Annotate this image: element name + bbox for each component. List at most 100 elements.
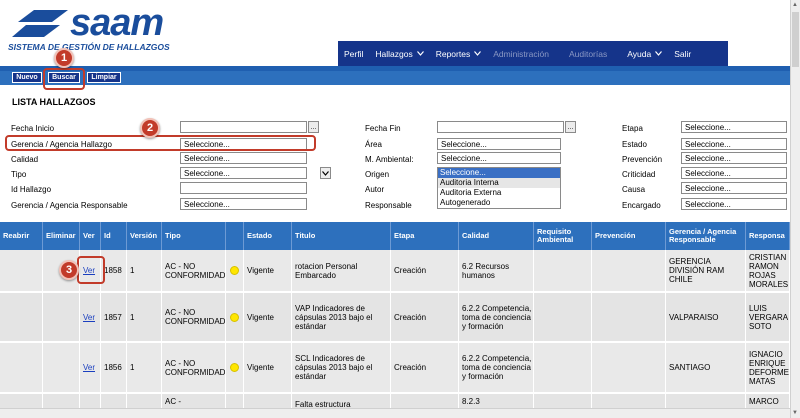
- id-hallazgo-input[interactable]: [180, 182, 307, 194]
- cell-calidad: 6.2.2 Competencia, toma de conciencia y …: [459, 293, 534, 341]
- scroll-down-icon[interactable]: ▼: [792, 410, 798, 416]
- annotation-marker-1: 1: [54, 48, 74, 68]
- nav-hallazgos[interactable]: Hallazgos: [369, 49, 429, 59]
- status-dot-icon: [230, 312, 239, 322]
- app-subtitle: SISTEMA DE GESTIÓN DE HALLAZGOS: [8, 42, 170, 52]
- annotation-box-gerencia: [5, 135, 316, 151]
- scroll-up-icon[interactable]: ▲: [792, 2, 798, 8]
- cell-reabrir: [0, 293, 43, 341]
- col-tipo[interactable]: Tipo: [162, 222, 226, 250]
- encargado-select[interactable]: Seleccione...: [681, 198, 787, 210]
- cell-ver: Ver: [80, 343, 101, 392]
- tipo-dropdown-arrow[interactable]: [320, 167, 331, 179]
- m-ambiental-select[interactable]: Seleccione...: [437, 152, 561, 164]
- ver-link[interactable]: Ver: [83, 313, 95, 322]
- fecha-fin-input[interactable]: [437, 121, 564, 133]
- origen-dropdown-list[interactable]: Seleccione... Auditoria Interna Auditori…: [437, 167, 561, 209]
- autor-label: Autor: [365, 185, 385, 194]
- cell-titulo: rotacion Personal Embarcado: [292, 250, 391, 291]
- limpiar-button[interactable]: Limpiar: [87, 72, 121, 83]
- annotation-box-buscar: [43, 68, 85, 90]
- responsable-label: Responsable: [365, 201, 412, 210]
- table-header: Reabrir Eliminar Ver Id Versión Tipo Est…: [0, 222, 790, 250]
- tipo-label: Tipo: [11, 170, 27, 179]
- causa-label: Causa: [622, 185, 646, 194]
- cell-version: 1: [127, 293, 162, 341]
- id-hallazgo-label: Id Hallazgo: [11, 185, 52, 194]
- cell-responsable: CRISTIAN RAMON ROJAS MORALES: [746, 250, 790, 291]
- cell-requisito: [534, 343, 592, 392]
- cell-status-indicator: [226, 343, 244, 392]
- nav-hallazgos-label: Hallazgos: [375, 48, 413, 59]
- gerencia-responsable-select[interactable]: Seleccione...: [180, 198, 307, 210]
- cell-etapa: Creación: [391, 293, 459, 341]
- fecha-inicio-input[interactable]: [180, 121, 307, 133]
- col-estado[interactable]: Estado: [244, 222, 292, 250]
- cell-calidad: 6.2 Recursos humanos: [459, 250, 534, 291]
- cell-status-indicator: [226, 293, 244, 341]
- ver-link[interactable]: Ver: [83, 363, 95, 372]
- col-version[interactable]: Versión: [127, 222, 162, 250]
- col-reabrir[interactable]: Reabrir: [0, 222, 43, 250]
- col-titulo[interactable]: Titulo: [292, 222, 391, 250]
- calidad-label: Calidad: [11, 155, 39, 164]
- origen-option[interactable]: Autogenerado: [438, 198, 560, 208]
- cell-tipo: AC - NO CONFORMIDAD: [162, 293, 226, 341]
- cell-calidad: 6.2.2 Competencia, toma de conciencia y …: [459, 343, 534, 392]
- nav-ayuda[interactable]: Ayuda: [613, 49, 668, 59]
- horizontal-scrollbar[interactable]: [0, 408, 790, 418]
- origen-option[interactable]: Seleccione...: [438, 168, 560, 178]
- col-gerencia-responsable[interactable]: Gerencia / Agencia Responsable: [666, 222, 746, 250]
- col-eliminar[interactable]: Eliminar: [43, 222, 80, 250]
- col-calidad[interactable]: Calidad: [459, 222, 534, 250]
- table-row: Ver 1856 1 AC - NO CONFORMIDAD Vigente S…: [0, 343, 790, 393]
- logo-text: saam: [70, 2, 164, 44]
- prevencion-label: Prevención: [622, 155, 663, 164]
- prevencion-select[interactable]: Seleccione...: [681, 152, 787, 164]
- nav-administracion-label: Administración: [493, 48, 549, 59]
- nav-reportes[interactable]: Reportes: [430, 49, 488, 59]
- cell-requisito: [534, 293, 592, 341]
- col-prevencion[interactable]: Prevención: [592, 222, 666, 250]
- cell-status-indicator: [226, 250, 244, 291]
- nav-salir[interactable]: Salir: [668, 49, 697, 59]
- calidad-select[interactable]: Seleccione...: [180, 152, 307, 164]
- nav-reportes-label: Reportes: [435, 48, 471, 59]
- fecha-inicio-picker-button[interactable]: ...: [308, 121, 319, 133]
- fecha-inicio-label: Fecha Inicio: [11, 124, 55, 133]
- cell-responsable: LUIS VERGARA SOTO: [746, 293, 790, 341]
- col-etapa[interactable]: Etapa: [391, 222, 459, 250]
- vertical-scrollbar[interactable]: ▲ ▼: [790, 0, 800, 418]
- top-navigation: Perfil Hallazgos Reportes Administración…: [338, 41, 728, 66]
- estado-select[interactable]: Seleccione...: [681, 138, 787, 150]
- chevron-down-icon: [655, 51, 663, 56]
- cell-eliminar: [43, 343, 80, 392]
- cell-id: 1856: [101, 343, 127, 392]
- scroll-thumb[interactable]: [792, 12, 799, 67]
- fecha-fin-picker-button[interactable]: ...: [565, 121, 576, 133]
- col-ver[interactable]: Ver: [80, 222, 101, 250]
- origen-option[interactable]: Auditoria Externa: [438, 188, 560, 198]
- origen-option[interactable]: Auditoria Interna: [438, 178, 560, 188]
- etapa-select[interactable]: Seleccione...: [681, 121, 787, 133]
- cell-reabrir: [0, 250, 43, 291]
- nav-ayuda-label: Ayuda: [627, 48, 652, 59]
- causa-select[interactable]: Seleccione...: [681, 182, 787, 194]
- col-id[interactable]: Id: [101, 222, 127, 250]
- nav-perfil[interactable]: Perfil: [338, 49, 369, 59]
- chevron-down-icon: [416, 51, 424, 56]
- cell-ver: Ver: [80, 293, 101, 341]
- nuevo-button[interactable]: Nuevo: [12, 72, 42, 83]
- chevron-down-icon: [474, 51, 482, 56]
- area-select[interactable]: Seleccione...: [437, 138, 561, 150]
- cell-etapa: Creación: [391, 343, 459, 392]
- criticidad-select[interactable]: Seleccione...: [681, 167, 787, 179]
- cell-gerencia: SANTIAGO: [666, 343, 746, 392]
- tipo-select[interactable]: Seleccione...: [180, 167, 307, 179]
- col-responsable[interactable]: Responsa: [746, 222, 790, 250]
- annotation-box-ver: [77, 256, 105, 284]
- page-title: LISTA HALLAZGOS: [12, 97, 96, 107]
- col-requisito-ambiental[interactable]: Requisito Ambiental: [534, 222, 592, 250]
- cell-estado: Vigente: [244, 293, 292, 341]
- cell-version: 1: [127, 250, 162, 291]
